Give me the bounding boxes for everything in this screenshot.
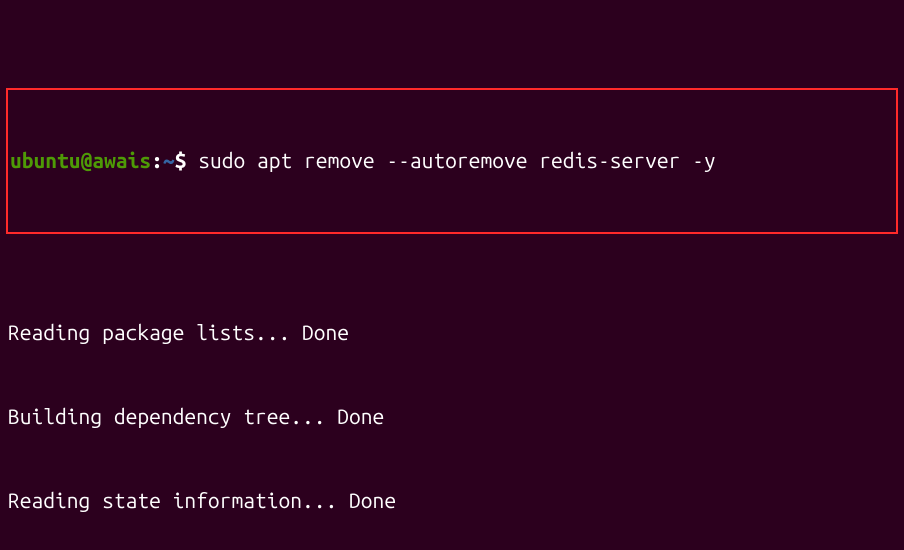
prompt-at: @ xyxy=(81,148,93,172)
prompt-path: ~ xyxy=(163,148,175,172)
prompt-colon: : xyxy=(151,148,163,172)
command-highlight-box: ubuntu@awais:~$ sudo apt remove --autore… xyxy=(6,88,898,234)
output-line: Reading package lists... Done xyxy=(8,318,896,346)
command-text: sudo apt remove --autoremove redis-serve… xyxy=(198,148,715,172)
prompt-dollar: $ xyxy=(175,148,199,172)
command-line: ubuntu@awais:~$ sudo apt remove --autore… xyxy=(10,146,894,174)
output-line: Building dependency tree... Done xyxy=(8,402,896,430)
prompt-host: awais xyxy=(92,148,151,172)
prompt-user: ubuntu xyxy=(10,148,81,172)
output-line: Reading state information... Done xyxy=(8,486,896,514)
terminal-window[interactable]: ubuntu@awais:~$ sudo apt remove --autore… xyxy=(0,0,904,550)
